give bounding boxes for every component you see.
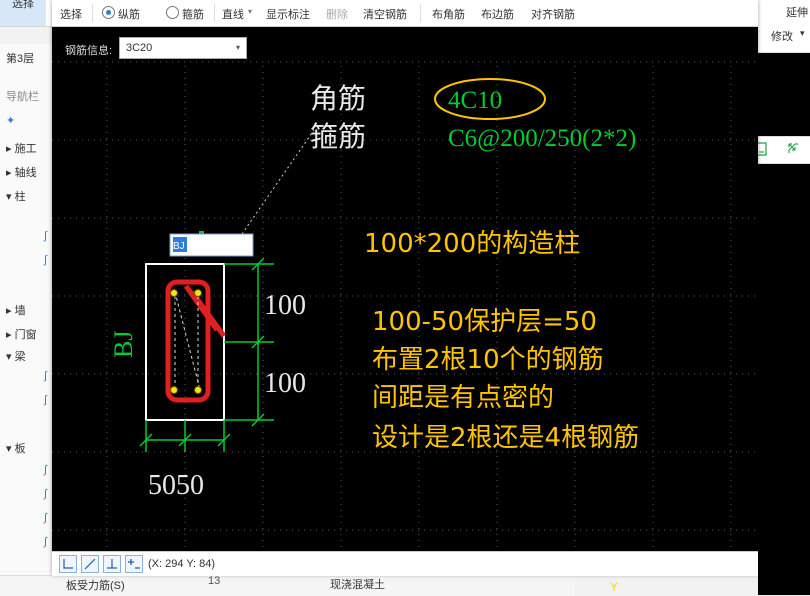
note-line: 100-50保护层=50 (372, 307, 597, 337)
note-line: 100*200的构造柱 (364, 229, 580, 259)
ortho-icon (63, 559, 73, 569)
corner-rebar-dot[interactable] (170, 289, 178, 297)
line-mode-button[interactable] (81, 555, 99, 573)
beam-icon[interactable]: ∫ (44, 394, 52, 408)
stirrup-radio-label[interactable]: 箍筋 (182, 6, 204, 22)
stirrup-guide-line (174, 291, 201, 391)
corner-rebar-callout: 角筋 (310, 82, 366, 115)
dimension-top-value: 100 (264, 290, 306, 321)
ribbon-select-label: 选择 (12, 0, 34, 10)
floor-tab[interactable]: 第3层 (6, 50, 34, 66)
modify-dropdown-icon[interactable]: ▾ (800, 28, 805, 39)
table-cell-left: 板受力筋(S) (66, 580, 125, 592)
line-mode-dropdown[interactable]: 直线 (222, 6, 244, 22)
nav-item-column[interactable]: ▾ 柱 (6, 188, 26, 204)
drawing-canvas[interactable]: 角筋 箍筋 4C10 C6@200/250(2*2) BJ BJ 100 100… (52, 26, 758, 551)
toolbar-divider (420, 4, 421, 22)
nav-item-axis[interactable]: ▸ 轴线 (6, 164, 37, 180)
perpendicular-icon (107, 559, 117, 569)
stirrup-radio[interactable] (166, 6, 179, 19)
cursor-coordinates: (X: 294 Y: 84) (148, 558, 216, 570)
corner-rebar-dot[interactable] (194, 289, 202, 297)
longitudinal-radio-label[interactable]: 纵筋 (118, 6, 140, 22)
dimension-bottom-value: 100 (264, 368, 306, 399)
table-row-number: 13 (208, 575, 221, 587)
slab-icon[interactable]: ∫ (44, 488, 52, 502)
ortho-mode-button[interactable] (59, 555, 77, 573)
clear-rebar-button[interactable]: 清空钢筋 (363, 6, 407, 22)
corner-rebar-button[interactable]: 布角筋 (432, 6, 465, 22)
column-icon[interactable]: ∫ (44, 230, 52, 244)
longitudinal-radio[interactable] (102, 6, 115, 19)
stirrup-spec[interactable]: C6@200/250(2*2) (448, 125, 636, 152)
align-rebar-button[interactable]: 对齐钢筋 (531, 6, 575, 22)
extend-label[interactable]: 延伸 (786, 4, 808, 20)
note-line: 设计是2根还是4根钢筋 (372, 423, 639, 453)
side-label: BJ (109, 331, 138, 358)
snap-plus-button[interactable] (125, 555, 143, 573)
background-drawing-area (758, 26, 810, 595)
note-line: 布置2根10个的钢筋 (372, 345, 604, 375)
chevron-down-icon[interactable]: ▾ (248, 7, 252, 16)
table-cell-right: 现浇混凝土 (330, 579, 385, 591)
side-rebar-button[interactable]: 布边筋 (481, 6, 514, 22)
nav-item-wall[interactable]: ▸ 墙 (6, 302, 26, 318)
pin-icon[interactable]: ✦ (6, 114, 15, 127)
perpendicular-button[interactable] (103, 555, 121, 573)
show-annotation-button[interactable]: 显示标注 (266, 6, 310, 22)
nav-item-construction[interactable]: ▸ 施工 (6, 140, 37, 156)
nav-item-door-window[interactable]: ▸ 门窗 (6, 326, 37, 342)
input-box-value: BJ (173, 241, 185, 252)
ribbon-select-button[interactable]: 选择 (0, 0, 46, 26)
nav-bar-label: 导航栏 (6, 91, 39, 103)
slab-icon[interactable]: ∫ (44, 536, 52, 550)
toolbar-divider (214, 4, 215, 22)
callout-leader-line (241, 129, 315, 235)
dimension-width-value: 5050 (148, 470, 204, 501)
horizontal-dimension (139, 420, 231, 452)
cursor-marker (199, 231, 204, 234)
vertical-dimension (224, 257, 274, 427)
beam-icon[interactable]: ∫ (44, 370, 52, 384)
nav-item-beam[interactable]: ▾ 梁 (6, 348, 26, 364)
modify-label[interactable]: 修改 (771, 28, 793, 44)
stirrup-callout: 箍筋 (310, 120, 366, 153)
editor-toolbar: 选择 纵筋 箍筋 直线 ▾ 显示标注 删除 清空钢筋 布角筋 布边筋 对齐钢筋 (52, 0, 758, 27)
note-line: 间距是有点密的 (372, 383, 554, 413)
corner-rebar-dot[interactable] (194, 386, 202, 394)
fullscreen-icon (788, 143, 798, 153)
editor-status-bar: (X: 294 Y: 84) (52, 551, 758, 576)
column-icon[interactable]: ∫ (44, 254, 52, 268)
rebar-editor-dialog: 选择 纵筋 箍筋 直线 ▾ 显示标注 删除 清空钢筋 布角筋 布边筋 对齐钢筋 … (52, 0, 758, 576)
toolbar-divider (92, 4, 93, 22)
plus-minus-icon (128, 559, 140, 569)
corner-rebar-spec[interactable]: 4C10 (448, 87, 502, 114)
slab-icon[interactable]: ∫ (44, 512, 52, 526)
corner-rebar-dot[interactable] (170, 386, 178, 394)
single-view-icon (756, 142, 767, 156)
background-axis-label: Y (610, 580, 619, 594)
slab-icon[interactable]: ∫ (44, 464, 52, 478)
delete-button[interactable]: 删除 (326, 6, 348, 22)
diagonal-line-icon (84, 558, 96, 570)
nav-item-slab[interactable]: ▾ 板 (6, 440, 26, 456)
select-tool-button[interactable]: 选择 (60, 6, 82, 22)
navigation-panel: 第3层 导航栏 ✦ ▸ 施工 ▸ 轴线 ▾ 柱 ∫ ∫ ▸ 墙 ▸ 门窗 ▾ 梁… (0, 44, 53, 595)
